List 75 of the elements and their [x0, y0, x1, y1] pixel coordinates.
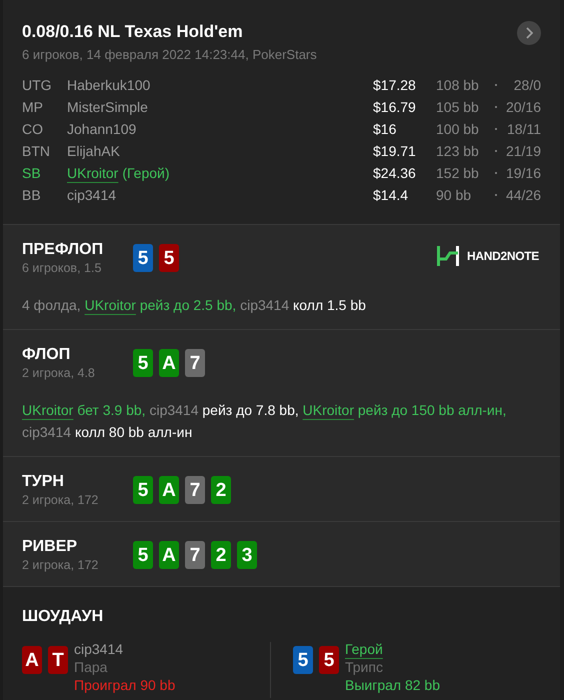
player-stack: $24.36 [373, 164, 417, 182]
street-info: 2 игрока, 172 [22, 492, 100, 508]
player-position: MP [22, 98, 44, 116]
player-stats: 28/0 [512, 76, 541, 94]
player-bb: 105 bb [436, 98, 480, 116]
player-name: cip3414 [74, 641, 124, 657]
player-stats: 19/16 [504, 164, 541, 182]
playing-card: T [48, 646, 68, 674]
player-stack: $16.79 [373, 98, 417, 116]
player-link[interactable]: UKroitor [302, 402, 354, 418]
playing-card: 5 [133, 541, 153, 569]
logo-icon [437, 246, 460, 266]
next-button[interactable] [517, 21, 541, 45]
playing-card: 7 [185, 349, 205, 377]
player-position: UTG [22, 76, 53, 94]
playing-card: A [22, 646, 42, 674]
player-bb: 90 bb [436, 186, 472, 204]
player-stats: 20/16 [504, 98, 541, 116]
hand-result: Проиграл 90 bb [74, 676, 176, 694]
playing-card: A [159, 541, 179, 569]
street-info: 6 игроков, 1.5 [22, 260, 102, 276]
playing-card: A [159, 476, 179, 504]
playing-card: 7 [185, 476, 205, 504]
player-stats: 44/26 [504, 186, 541, 204]
playing-card: 5 [319, 646, 339, 674]
playing-card: 5 [133, 476, 153, 504]
player-name: Johann109 [67, 120, 136, 138]
player-stack: $17.28 [373, 76, 417, 94]
street-title: РИВЕР [22, 537, 78, 557]
action-line: UKroitor бет 3.9 bb, cip3414 рейз до 7.8 bb, UKroitor рейз до 150 bb алл-ин, cip3414 колл 80 bb алл-ин [22, 401, 508, 442]
playing-card: 5 [133, 244, 153, 272]
street-info: 2 игрока, 172 [22, 557, 100, 573]
player-link[interactable]: UKroitor [84, 297, 136, 313]
street-title: ПРЕФЛОП [22, 240, 104, 260]
hand-subtitle: 6 игроков, 14 февраля 2022 14:23:44, PokerStars [22, 46, 318, 64]
player-name: Haberkuk100 [67, 76, 150, 94]
player-position: CO [22, 120, 44, 138]
hand-combo: Пара [74, 658, 108, 676]
player-name: cip3414 [67, 186, 116, 205]
player-bb: 100 bb [436, 120, 480, 138]
player-name: ElijahAK [67, 142, 120, 161]
player-bb: 123 bb [436, 142, 480, 160]
player-position: BTN [22, 142, 51, 160]
player-stats: 18/11 [506, 120, 541, 138]
hand-combo: Трипс [345, 658, 384, 676]
player-link[interactable]: Герой [345, 641, 383, 657]
logo-text: HAND2NOTE [467, 248, 539, 265]
playing-card: 5 [159, 244, 179, 272]
player-stack: $14.4 [373, 186, 410, 204]
player-link[interactable]: UKroitor [67, 162, 118, 184]
player-name: MisterSimple [67, 98, 148, 117]
playing-card: 7 [185, 541, 205, 569]
hand-result: Выиграл 82 bb [345, 676, 440, 694]
street-title: ТУРН [22, 472, 65, 492]
player-stack: $19.71 [373, 142, 417, 160]
playing-card: 2 [211, 541, 231, 569]
player-stack: $16 [373, 120, 398, 138]
playing-card: 2 [211, 476, 231, 504]
playing-card: 5 [133, 349, 153, 377]
player-link[interactable]: UKroitor [22, 402, 74, 418]
hero-tag: (Герой) [122, 162, 170, 184]
player-bb: 152 bb [436, 164, 480, 182]
street-info: 2 игрока, 4.8 [22, 365, 96, 381]
playing-card: 3 [237, 541, 257, 569]
street-title: ФЛОП [22, 345, 72, 365]
playing-card: 5 [293, 646, 313, 674]
showdown-title: ШОУДАУН [22, 607, 104, 627]
player-position: BB [22, 186, 42, 204]
chevron-right-icon [525, 27, 533, 39]
player-bb: 108 bb [436, 76, 480, 94]
hand-title: 0.08/0.16 NL Texas Hold'em [22, 21, 243, 43]
action-line: 4 фолда, UKroitor рейз до 2.5 bb, cip3414 колл 1.5 bb [22, 296, 367, 315]
playing-card: A [159, 349, 179, 377]
player-position: SB [22, 164, 42, 182]
player-stats: 21/19 [504, 142, 541, 160]
